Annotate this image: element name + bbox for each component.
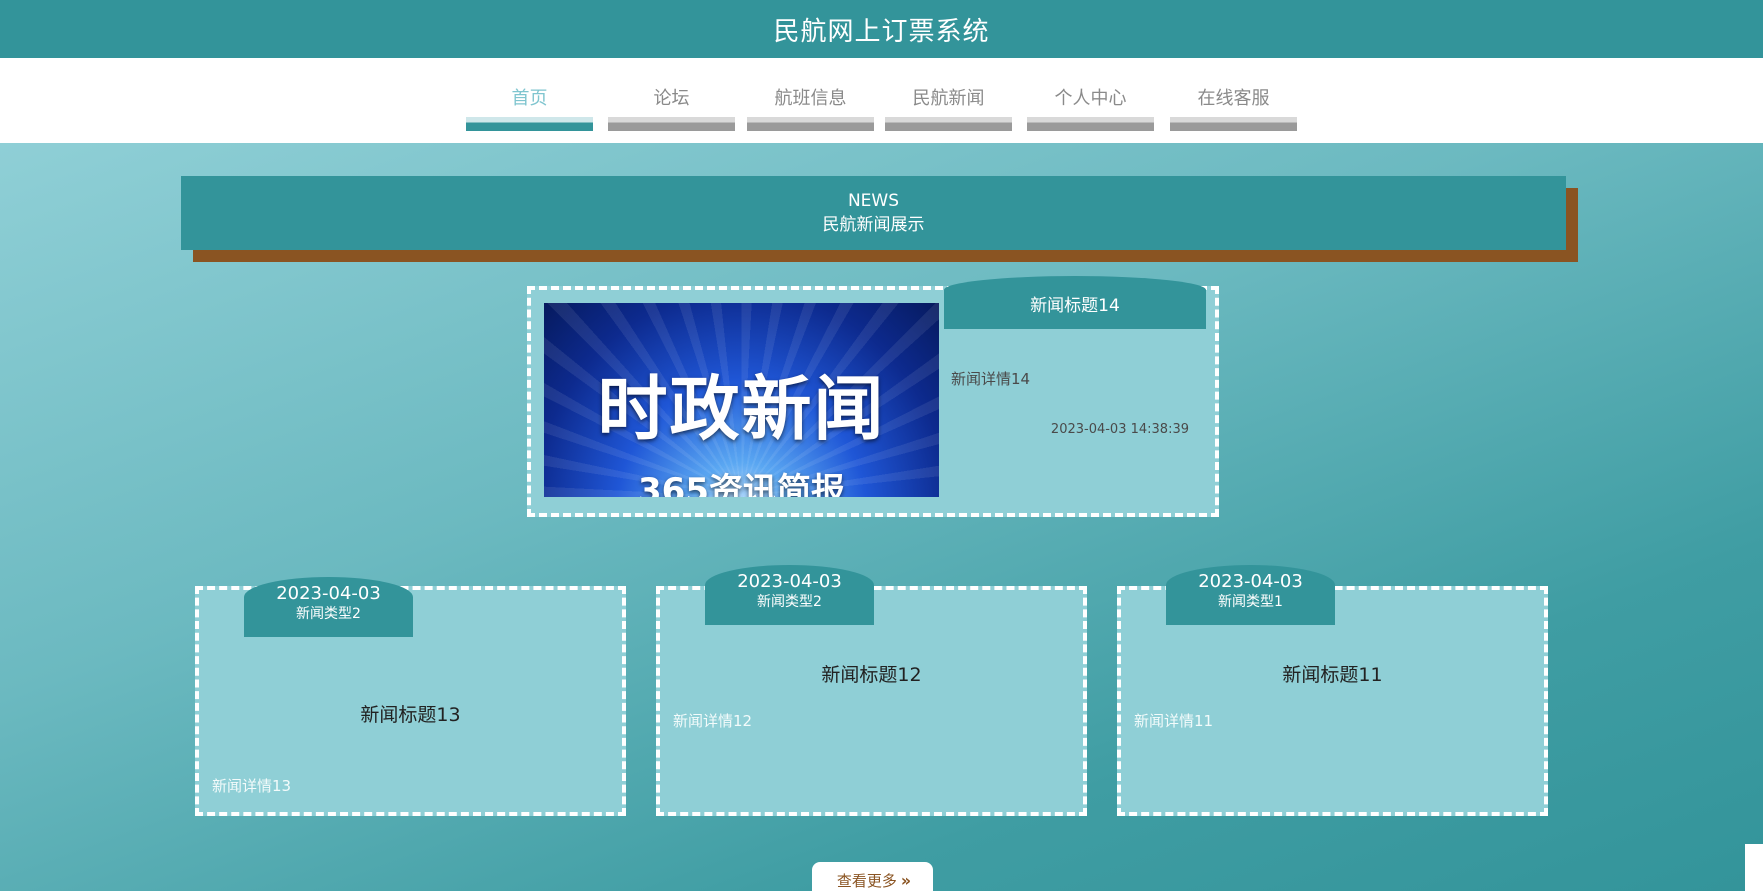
- featured-news-detail: 新闻详情14: [951, 370, 1031, 388]
- nav-item-underline: [885, 117, 1012, 131]
- nav-item-label: 航班信息: [774, 88, 847, 109]
- news-banner: NEWS 民航新闻展示: [181, 176, 1566, 250]
- news-card-type: 新闻类型2: [296, 606, 361, 622]
- edge-panel: [1745, 844, 1763, 891]
- nav-item-label: 论坛: [653, 88, 690, 109]
- nav-item-news[interactable]: 民航新闻: [885, 58, 1012, 143]
- nav-item-home[interactable]: 首页: [466, 58, 593, 143]
- news-card-detail: 新闻详情11: [1134, 712, 1214, 730]
- news-card-badge: 2023-04-03 新闻类型2: [244, 577, 413, 637]
- nav-item-underline: [1170, 117, 1297, 131]
- nav-item-underline: [747, 117, 874, 131]
- news-card[interactable]: 2023-04-03 新闻类型2 新闻标题12 新闻详情12: [656, 565, 1087, 816]
- nav-item-support[interactable]: 在线客服: [1170, 58, 1297, 143]
- news-card-title[interactable]: 新闻标题13: [199, 700, 622, 727]
- banner-title-cn: 民航新闻展示: [822, 215, 925, 235]
- nav-item-label: 民航新闻: [912, 88, 985, 109]
- site-title: 民航网上订票系统: [773, 16, 990, 47]
- featured-news-time: 2023-04-03 14:38:39: [1050, 422, 1189, 437]
- view-more-label: 查看更多: [836, 871, 897, 890]
- banner-title-en: NEWS: [847, 191, 900, 211]
- main-content: NEWS 民航新闻展示 时政新闻 365资讯简报 新闻标题14 新闻详情14 2…: [0, 143, 1763, 891]
- news-card-detail: 新闻详情13: [212, 777, 292, 795]
- double-chevron-right-icon: ››: [900, 870, 911, 890]
- news-card-date: 2023-04-03: [1198, 571, 1303, 592]
- image-headline: 时政新闻: [597, 368, 886, 450]
- news-card-badge: 2023-04-03 新闻类型1: [1166, 565, 1335, 625]
- nav-item-underline: [1027, 117, 1154, 131]
- nav-item-profile[interactable]: 个人中心: [1027, 58, 1154, 143]
- nav-item-underline: [466, 117, 593, 131]
- nav-item-label: 个人中心: [1054, 88, 1127, 109]
- news-card-type: 新闻类型2: [757, 594, 822, 610]
- nav-item-flights[interactable]: 航班信息: [747, 58, 874, 143]
- image-subheadline: 365资讯简报: [638, 471, 845, 497]
- news-card-detail: 新闻详情12: [673, 712, 753, 730]
- main-nav: 首页 论坛 航班信息 民航新闻 个人中心 在线客服: [0, 58, 1763, 143]
- news-card-title[interactable]: 新闻标题11: [1121, 660, 1544, 687]
- news-card[interactable]: 2023-04-03 新闻类型2 新闻标题13 新闻详情13: [195, 577, 626, 816]
- news-card[interactable]: 2023-04-03 新闻类型1 新闻标题11 新闻详情11: [1117, 565, 1548, 816]
- news-card-date: 2023-04-03: [737, 571, 842, 592]
- featured-news-card[interactable]: 时政新闻 365资讯简报 新闻标题14 新闻详情14 2023-04-03 14…: [527, 276, 1219, 517]
- news-card-date: 2023-04-03: [276, 583, 381, 604]
- nav-item-forum[interactable]: 论坛: [608, 58, 735, 143]
- top-bar: 民航网上订票系统: [0, 0, 1763, 58]
- news-card-badge: 2023-04-03 新闻类型2: [705, 565, 874, 625]
- news-card-title[interactable]: 新闻标题12: [660, 660, 1083, 687]
- nav-item-label: 首页: [511, 88, 548, 109]
- featured-news-title[interactable]: 新闻标题14: [944, 276, 1206, 329]
- featured-news-image[interactable]: 时政新闻 365资讯简报: [544, 303, 939, 497]
- news-card-type: 新闻类型1: [1218, 594, 1283, 610]
- nav-item-underline: [608, 117, 735, 131]
- nav-item-label: 在线客服: [1197, 88, 1270, 109]
- view-more-button[interactable]: 查看更多 ››: [812, 862, 933, 891]
